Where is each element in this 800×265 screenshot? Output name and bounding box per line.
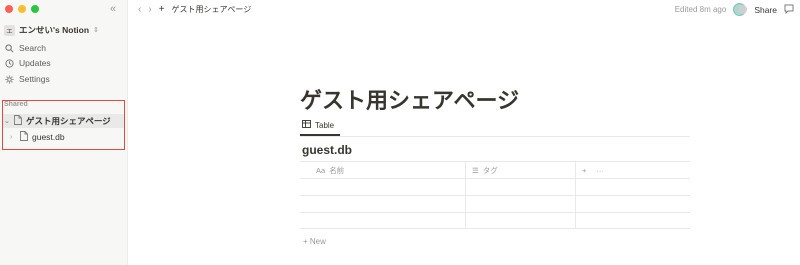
column-label: 名前 [329, 165, 345, 175]
zoom-window-button[interactable] [31, 5, 39, 13]
minimize-window-button[interactable] [18, 5, 26, 13]
table-cell[interactable] [300, 213, 466, 228]
page-icon [20, 131, 28, 143]
table-cell[interactable] [466, 213, 576, 228]
window-controls [5, 5, 39, 13]
workspace-switcher[interactable]: エ エンせい's Notion ⇕ [4, 24, 99, 36]
column-header-tags[interactable]: ☰ タグ [466, 162, 576, 178]
comments-icon[interactable] [784, 4, 794, 16]
tab-label: Table [315, 120, 335, 130]
table-row [300, 178, 690, 195]
table-cell [576, 196, 690, 212]
topbar-actions: Edited 8m ago ☺ Share [675, 3, 794, 16]
sidebar-item-label: Updates [19, 58, 51, 68]
sidebar: « エ エンせい's Notion ⇕ Search Updates Setti… [0, 0, 128, 265]
edited-timestamp: Edited 8m ago [674, 5, 727, 14]
sidebar-item-updates[interactable]: Updates [4, 58, 51, 68]
share-button[interactable]: Share [754, 5, 777, 15]
sidebar-item-label: Search [19, 43, 46, 53]
back-arrow-icon[interactable]: ‹ [138, 4, 141, 15]
text-type-icon: Aa [316, 165, 326, 175]
column-header-name[interactable]: Aa 名前 [300, 162, 466, 178]
table-cell[interactable] [466, 196, 576, 212]
chevron-down-icon[interactable]: ⌄ [4, 117, 10, 125]
history-nav: ‹ › + ゲスト用シェアページ [138, 4, 251, 15]
column-label: タグ [482, 165, 498, 175]
table-cell [576, 179, 690, 195]
table-cell[interactable] [300, 179, 466, 195]
page-title[interactable]: ゲスト用シェアページ [300, 83, 519, 115]
chevron-updown-icon: ⇕ [93, 27, 99, 34]
column-header-actions: + ··· [576, 162, 690, 178]
chevron-right-icon[interactable]: › [10, 134, 16, 141]
add-column-plus-icon[interactable]: + [582, 166, 586, 175]
divider [300, 136, 690, 137]
collapse-sidebar-icon[interactable]: « [110, 3, 116, 15]
sidebar-item-label: ゲスト用シェアページ [26, 116, 111, 126]
table-icon [302, 120, 311, 130]
avatar-secondary [738, 5, 748, 14]
table-cell[interactable] [300, 196, 466, 212]
breadcrumb[interactable]: ゲスト用シェアページ [172, 4, 252, 15]
sidebar-item-guest-share-page[interactable]: ⌄ ゲスト用シェアページ [3, 114, 124, 128]
table-cell [576, 213, 690, 228]
sidebar-item-guest-db[interactable]: › guest.db [10, 130, 65, 144]
forward-arrow-icon[interactable]: › [148, 4, 151, 15]
table-header-row: Aa 名前 ☰ タグ + ··· [300, 161, 690, 178]
sidebar-item-label: guest.db [32, 132, 65, 142]
multiselect-type-icon: ☰ [472, 165, 479, 175]
new-row-button[interactable]: + New [303, 237, 326, 246]
new-page-plus-icon[interactable]: + [159, 4, 165, 15]
workspace-avatar: エ [4, 24, 15, 36]
table-row [300, 212, 690, 229]
topbar: ‹ › + ゲスト用シェアページ Edited 8m ago ☺ Share [128, 0, 800, 20]
sidebar-item-label: Settings [19, 74, 50, 84]
clock-icon [4, 58, 14, 68]
search-icon [4, 43, 14, 53]
more-options-icon[interactable]: ··· [596, 166, 604, 175]
workspace-name: エンせい's Notion [19, 25, 90, 35]
tab-table-view[interactable]: Table [302, 120, 334, 130]
close-window-button[interactable] [5, 5, 13, 13]
database-title[interactable]: guest.db [302, 143, 352, 157]
sidebar-item-search[interactable]: Search [4, 43, 46, 53]
page-icon [14, 115, 22, 127]
table-cell[interactable] [466, 179, 576, 195]
sidebar-item-settings[interactable]: Settings [4, 74, 50, 84]
gear-icon [4, 74, 14, 84]
database-table: Aa 名前 ☰ タグ + ··· [300, 161, 690, 229]
table-row [300, 195, 690, 212]
